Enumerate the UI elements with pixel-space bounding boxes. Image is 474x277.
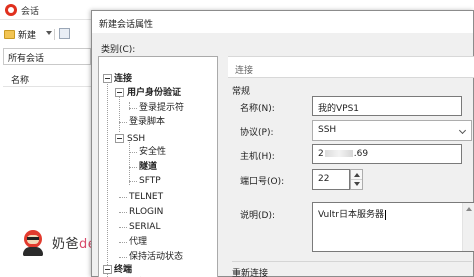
description-textarea[interactable]: Vultr日本服务器 — [312, 202, 474, 252]
tree-item-security[interactable]: 安全性 — [139, 146, 166, 158]
watermark-text-a: 奶爸 — [52, 236, 80, 252]
protocol-select[interactable]: SSH — [312, 120, 472, 141]
tree-item-login-prompts[interactable]: 登录提示符 — [139, 102, 184, 114]
spinner-down-icon[interactable] — [354, 182, 360, 186]
protocol-select-value: SSH — [318, 125, 337, 135]
section-general-title: 常规 — [232, 87, 251, 97]
dialog-title: 新建会话属性 — [99, 20, 154, 30]
description-label: 说明(D): — [240, 211, 275, 221]
section-reconnect-title: 重新连接 — [232, 269, 269, 277]
tree-connector — [107, 77, 108, 277]
protocol-label: 协议(P): — [240, 128, 274, 138]
chevron-down-icon — [458, 126, 467, 135]
folder-icon — [4, 30, 15, 39]
tree-connector — [119, 212, 127, 213]
tree-item-login-scripts[interactable]: 登录脚本 — [129, 116, 165, 128]
session-properties-dialog: 新建会话属性 类别(C): 连接 用户身份验证 登录提示符 登录脚本 SSH 安… — [91, 10, 474, 277]
tree-item-keep-alive[interactable]: 保持活动状态 — [129, 251, 183, 263]
port-field[interactable]: 22 — [312, 169, 350, 190]
port-label: 端口号(O): — [240, 177, 285, 187]
collapse-auth-icon[interactable] — [115, 88, 124, 97]
tree-connector — [129, 181, 137, 182]
tree-item-serial[interactable]: SERIAL — [129, 221, 160, 233]
properties-icon[interactable] — [59, 28, 70, 39]
description-value: Vultr日本服务器 — [318, 210, 384, 220]
tree-item-sftp[interactable]: SFTP — [139, 175, 161, 187]
session-path-bar[interactable]: 所有会话 — [3, 48, 91, 65]
column-header-name[interactable]: 名称 — [3, 70, 91, 87]
tree-item-rlogin[interactable]: RLOGIN — [129, 206, 163, 218]
dialog-titlebar: 新建会话属性 — [92, 11, 473, 33]
host-value-prefix: 2 — [318, 149, 324, 159]
spinner-up-icon[interactable] — [354, 173, 360, 177]
new-session-button[interactable]: 新建 — [4, 26, 36, 43]
redacted-host — [324, 150, 353, 157]
tree-item-telnet[interactable]: TELNET — [129, 191, 163, 203]
collapse-terminal-icon[interactable] — [103, 265, 112, 274]
tree-connector — [119, 92, 120, 132]
name-label: 名称(N): — [240, 104, 275, 114]
divider — [232, 261, 472, 262]
collapse-ssh-icon[interactable] — [115, 134, 124, 143]
tree-item-proxy[interactable]: 代理 — [129, 236, 147, 248]
breadcrumb-text: 连接 — [235, 66, 254, 76]
properties-panel: 连接 常规 名称(N): 我的VPS1 协议(P): SSH 主机(H): 2.… — [228, 56, 474, 277]
tree-connector — [119, 197, 127, 198]
tree-item-connection[interactable]: 连接 — [114, 73, 132, 85]
name-field[interactable]: 我的VPS1 — [312, 96, 462, 116]
tree-connector — [129, 167, 137, 168]
breadcrumb: 连接 — [228, 56, 474, 78]
tree-connector — [129, 108, 137, 109]
session-window-title: 会话 — [21, 7, 40, 17]
category-tree: 连接 用户身份验证 登录提示符 登录脚本 SSH 安全性 隧道 SFTP TEL… — [98, 56, 218, 277]
text-caret — [384, 209, 386, 220]
host-value-suffix: .69 — [353, 149, 369, 159]
scroll-up-icon[interactable] — [466, 207, 472, 211]
tree-connector — [129, 152, 137, 153]
toolbar-divider — [54, 29, 55, 40]
watermark-avatar-icon — [20, 228, 46, 256]
new-session-label: 新建 — [18, 31, 37, 41]
tree-item-user-auth[interactable]: 用户身份验证 — [127, 87, 181, 99]
category-label: 类别(C): — [101, 45, 136, 55]
description-scrollbar[interactable] — [462, 203, 474, 251]
tree-connector — [129, 142, 130, 185]
tree-item-ssh[interactable]: SSH — [127, 133, 145, 145]
tree-connector — [119, 122, 127, 123]
port-spinner[interactable] — [350, 169, 363, 190]
new-dropdown-arrow-icon[interactable] — [46, 31, 52, 35]
host-field[interactable]: 2.69 — [312, 144, 462, 164]
tree-connector — [119, 242, 127, 243]
xshell-app-icon — [5, 4, 17, 16]
tree-item-tunneling[interactable]: 隧道 — [139, 161, 157, 173]
tree-connector — [119, 227, 127, 228]
session-toolbar: 新建 — [0, 23, 92, 45]
tree-item-terminal[interactable]: 终端 — [114, 264, 132, 276]
tree-connector — [119, 257, 127, 258]
collapse-connection-icon[interactable] — [103, 74, 112, 83]
host-label: 主机(H): — [240, 152, 275, 162]
